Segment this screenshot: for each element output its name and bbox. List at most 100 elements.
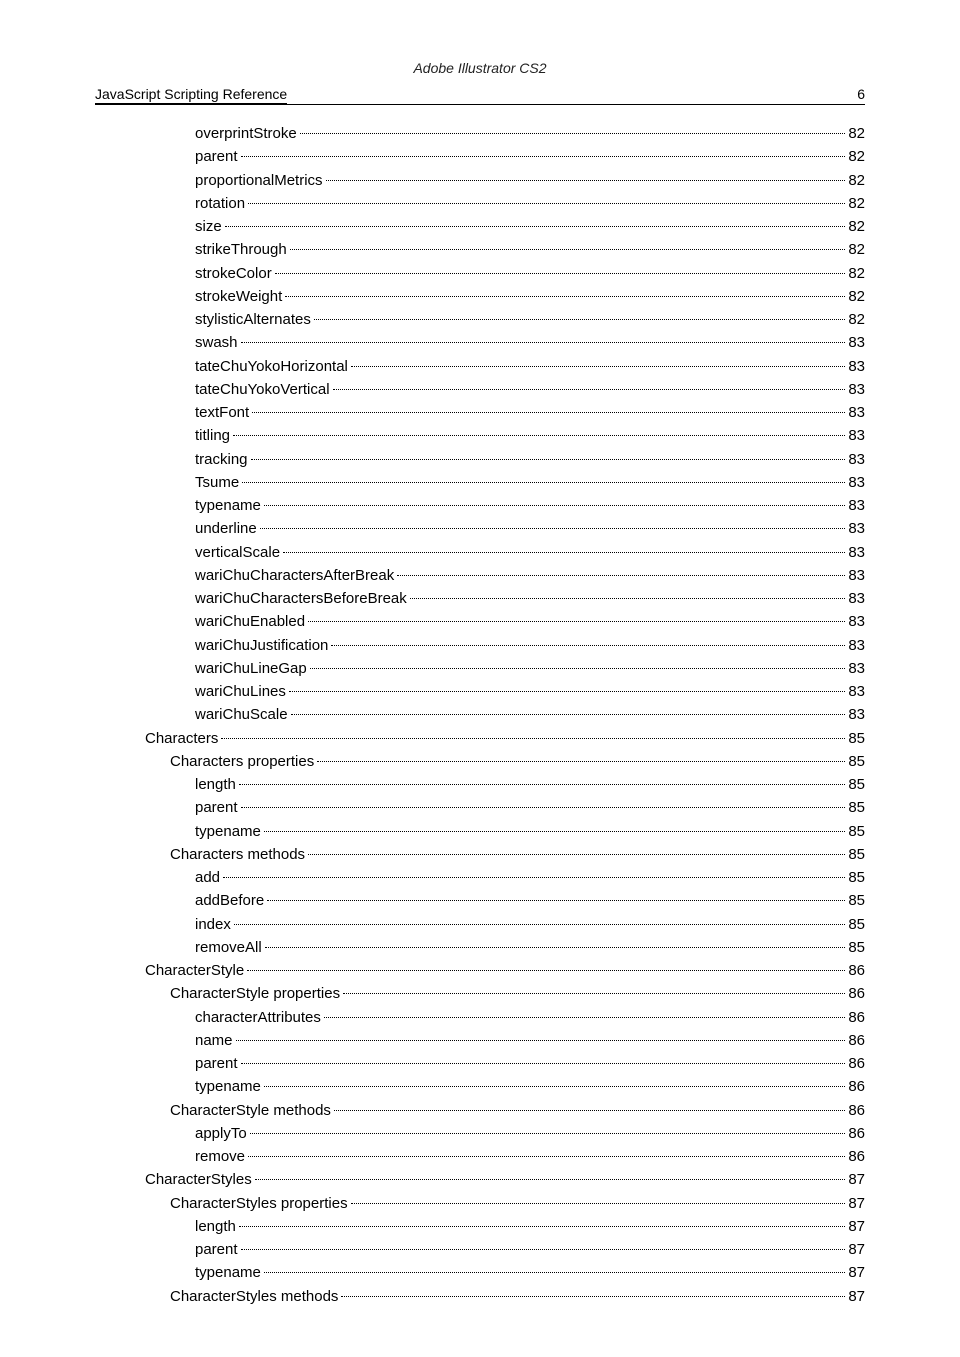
toc-entry[interactable]: verticalScale83	[95, 541, 865, 564]
toc-leader-dots	[317, 761, 845, 762]
toc-leader-dots	[267, 900, 845, 901]
toc-entry[interactable]: wariChuEnabled83	[95, 610, 865, 633]
toc-page-number: 87	[848, 1192, 865, 1215]
toc-page-number: 86	[848, 1006, 865, 1029]
toc-label: size	[195, 215, 222, 238]
toc-leader-dots	[252, 412, 845, 413]
toc-entry[interactable]: applyTo86	[95, 1122, 865, 1145]
toc-entry[interactable]: Tsume83	[95, 471, 865, 494]
toc-leader-dots	[275, 273, 846, 274]
toc-label: typename	[195, 1075, 261, 1098]
toc-entry[interactable]: CharacterStyle86	[95, 959, 865, 982]
toc-entry[interactable]: CharacterStyles 87	[95, 1168, 865, 1191]
toc-label: stylisticAlternates	[195, 308, 311, 331]
toc-leader-dots	[248, 203, 845, 204]
toc-entry[interactable]: CharacterStyles methods87	[95, 1285, 865, 1308]
toc-label: CharacterStyle	[145, 959, 244, 982]
toc-entry[interactable]: textFont83	[95, 401, 865, 424]
toc-entry[interactable]: size 82	[95, 215, 865, 238]
toc-entry[interactable]: Characters methods85	[95, 843, 865, 866]
header-row: JavaScript Scripting Reference 6	[95, 84, 865, 105]
toc-entry[interactable]: typename83	[95, 494, 865, 517]
toc-entry[interactable]: overprintStroke82	[95, 122, 865, 145]
toc-entry[interactable]: addBefore85	[95, 889, 865, 912]
toc-page-number: 83	[848, 471, 865, 494]
toc-label: add	[195, 866, 220, 889]
toc-entry[interactable]: name86	[95, 1029, 865, 1052]
toc-label: tateChuYokoHorizontal	[195, 355, 348, 378]
toc-label: Characters	[145, 727, 218, 750]
toc-page-number: 83	[848, 587, 865, 610]
toc-entry[interactable]: removeAll 85	[95, 936, 865, 959]
toc-entry[interactable]: stylisticAlternates82	[95, 308, 865, 331]
toc-entry[interactable]: tateChuYokoVertical83	[95, 378, 865, 401]
toc-label: length	[195, 773, 236, 796]
toc-entry[interactable]: wariChuCharactersBeforeBreak 83	[95, 587, 865, 610]
toc-entry[interactable]: underline83	[95, 517, 865, 540]
toc-entry[interactable]: CharacterStyle methods86	[95, 1099, 865, 1122]
toc-entry[interactable]: Characters85	[95, 727, 865, 750]
toc-entry[interactable]: parent82	[95, 145, 865, 168]
toc-label: wariChuScale	[195, 703, 288, 726]
toc-page-number: 83	[848, 448, 865, 471]
toc-page-number: 83	[848, 355, 865, 378]
toc-entry[interactable]: tracking83	[95, 448, 865, 471]
toc-label: tateChuYokoVertical	[195, 378, 330, 401]
toc-entry[interactable]: tateChuYokoHorizontal 83	[95, 355, 865, 378]
toc-label: CharacterStyles	[145, 1168, 252, 1191]
toc-entry[interactable]: add85	[95, 866, 865, 889]
toc-entry[interactable]: index85	[95, 913, 865, 936]
toc-entry[interactable]: parent87	[95, 1238, 865, 1261]
document-title: Adobe Illustrator CS2	[95, 60, 865, 76]
toc-entry[interactable]: strikeThrough82	[95, 238, 865, 261]
toc-leader-dots	[310, 668, 846, 669]
toc-page-number: 86	[848, 982, 865, 1005]
toc-entry[interactable]: proportionalMetrics82	[95, 169, 865, 192]
toc-label: rotation	[195, 192, 245, 215]
toc-page-number: 86	[848, 1052, 865, 1075]
toc-leader-dots	[334, 1110, 845, 1111]
table-of-contents: overprintStroke82parent82proportionalMet…	[95, 122, 865, 1308]
toc-entry[interactable]: length87	[95, 1215, 865, 1238]
toc-entry[interactable]: typename86	[95, 1075, 865, 1098]
toc-entry[interactable]: CharacterStyle properties86	[95, 982, 865, 1005]
toc-label: wariChuCharactersBeforeBreak	[195, 587, 407, 610]
toc-page-number: 83	[848, 331, 865, 354]
toc-leader-dots	[241, 807, 846, 808]
toc-leader-dots	[260, 528, 846, 529]
toc-entry[interactable]: wariChuCharactersAfterBreak83	[95, 564, 865, 587]
toc-entry[interactable]: strokeColor82	[95, 262, 865, 285]
toc-page-number: 85	[848, 750, 865, 773]
toc-entry[interactable]: strokeWeight82	[95, 285, 865, 308]
toc-leader-dots	[351, 366, 845, 367]
toc-entry[interactable]: Characters properties85	[95, 750, 865, 773]
toc-entry[interactable]: wariChuScale 83	[95, 703, 865, 726]
toc-leader-dots	[234, 924, 845, 925]
toc-entry[interactable]: parent85	[95, 796, 865, 819]
toc-entry[interactable]: length85	[95, 773, 865, 796]
toc-entry[interactable]: wariChuLineGap83	[95, 657, 865, 680]
toc-page-number: 85	[848, 936, 865, 959]
toc-entry[interactable]: titling83	[95, 424, 865, 447]
toc-entry[interactable]: CharacterStyles properties87	[95, 1192, 865, 1215]
toc-page-number: 82	[848, 145, 865, 168]
toc-page-number: 82	[848, 215, 865, 238]
toc-entry[interactable]: wariChuJustification83	[95, 634, 865, 657]
toc-leader-dots	[233, 435, 845, 436]
toc-page-number: 87	[848, 1285, 865, 1308]
toc-label: removeAll	[195, 936, 262, 959]
toc-page-number: 82	[848, 262, 865, 285]
toc-entry[interactable]: rotation82	[95, 192, 865, 215]
toc-entry[interactable]: typename85	[95, 820, 865, 843]
toc-label: addBefore	[195, 889, 264, 912]
toc-page-number: 87	[848, 1168, 865, 1191]
toc-entry[interactable]: wariChuLines83	[95, 680, 865, 703]
toc-page-number: 83	[848, 703, 865, 726]
toc-entry[interactable]: swash83	[95, 331, 865, 354]
toc-entry[interactable]: characterAttributes86	[95, 1006, 865, 1029]
toc-entry[interactable]: remove86	[95, 1145, 865, 1168]
toc-entry[interactable]: typename87	[95, 1261, 865, 1284]
toc-label: remove	[195, 1145, 245, 1168]
toc-entry[interactable]: parent86	[95, 1052, 865, 1075]
toc-leader-dots	[221, 738, 845, 739]
